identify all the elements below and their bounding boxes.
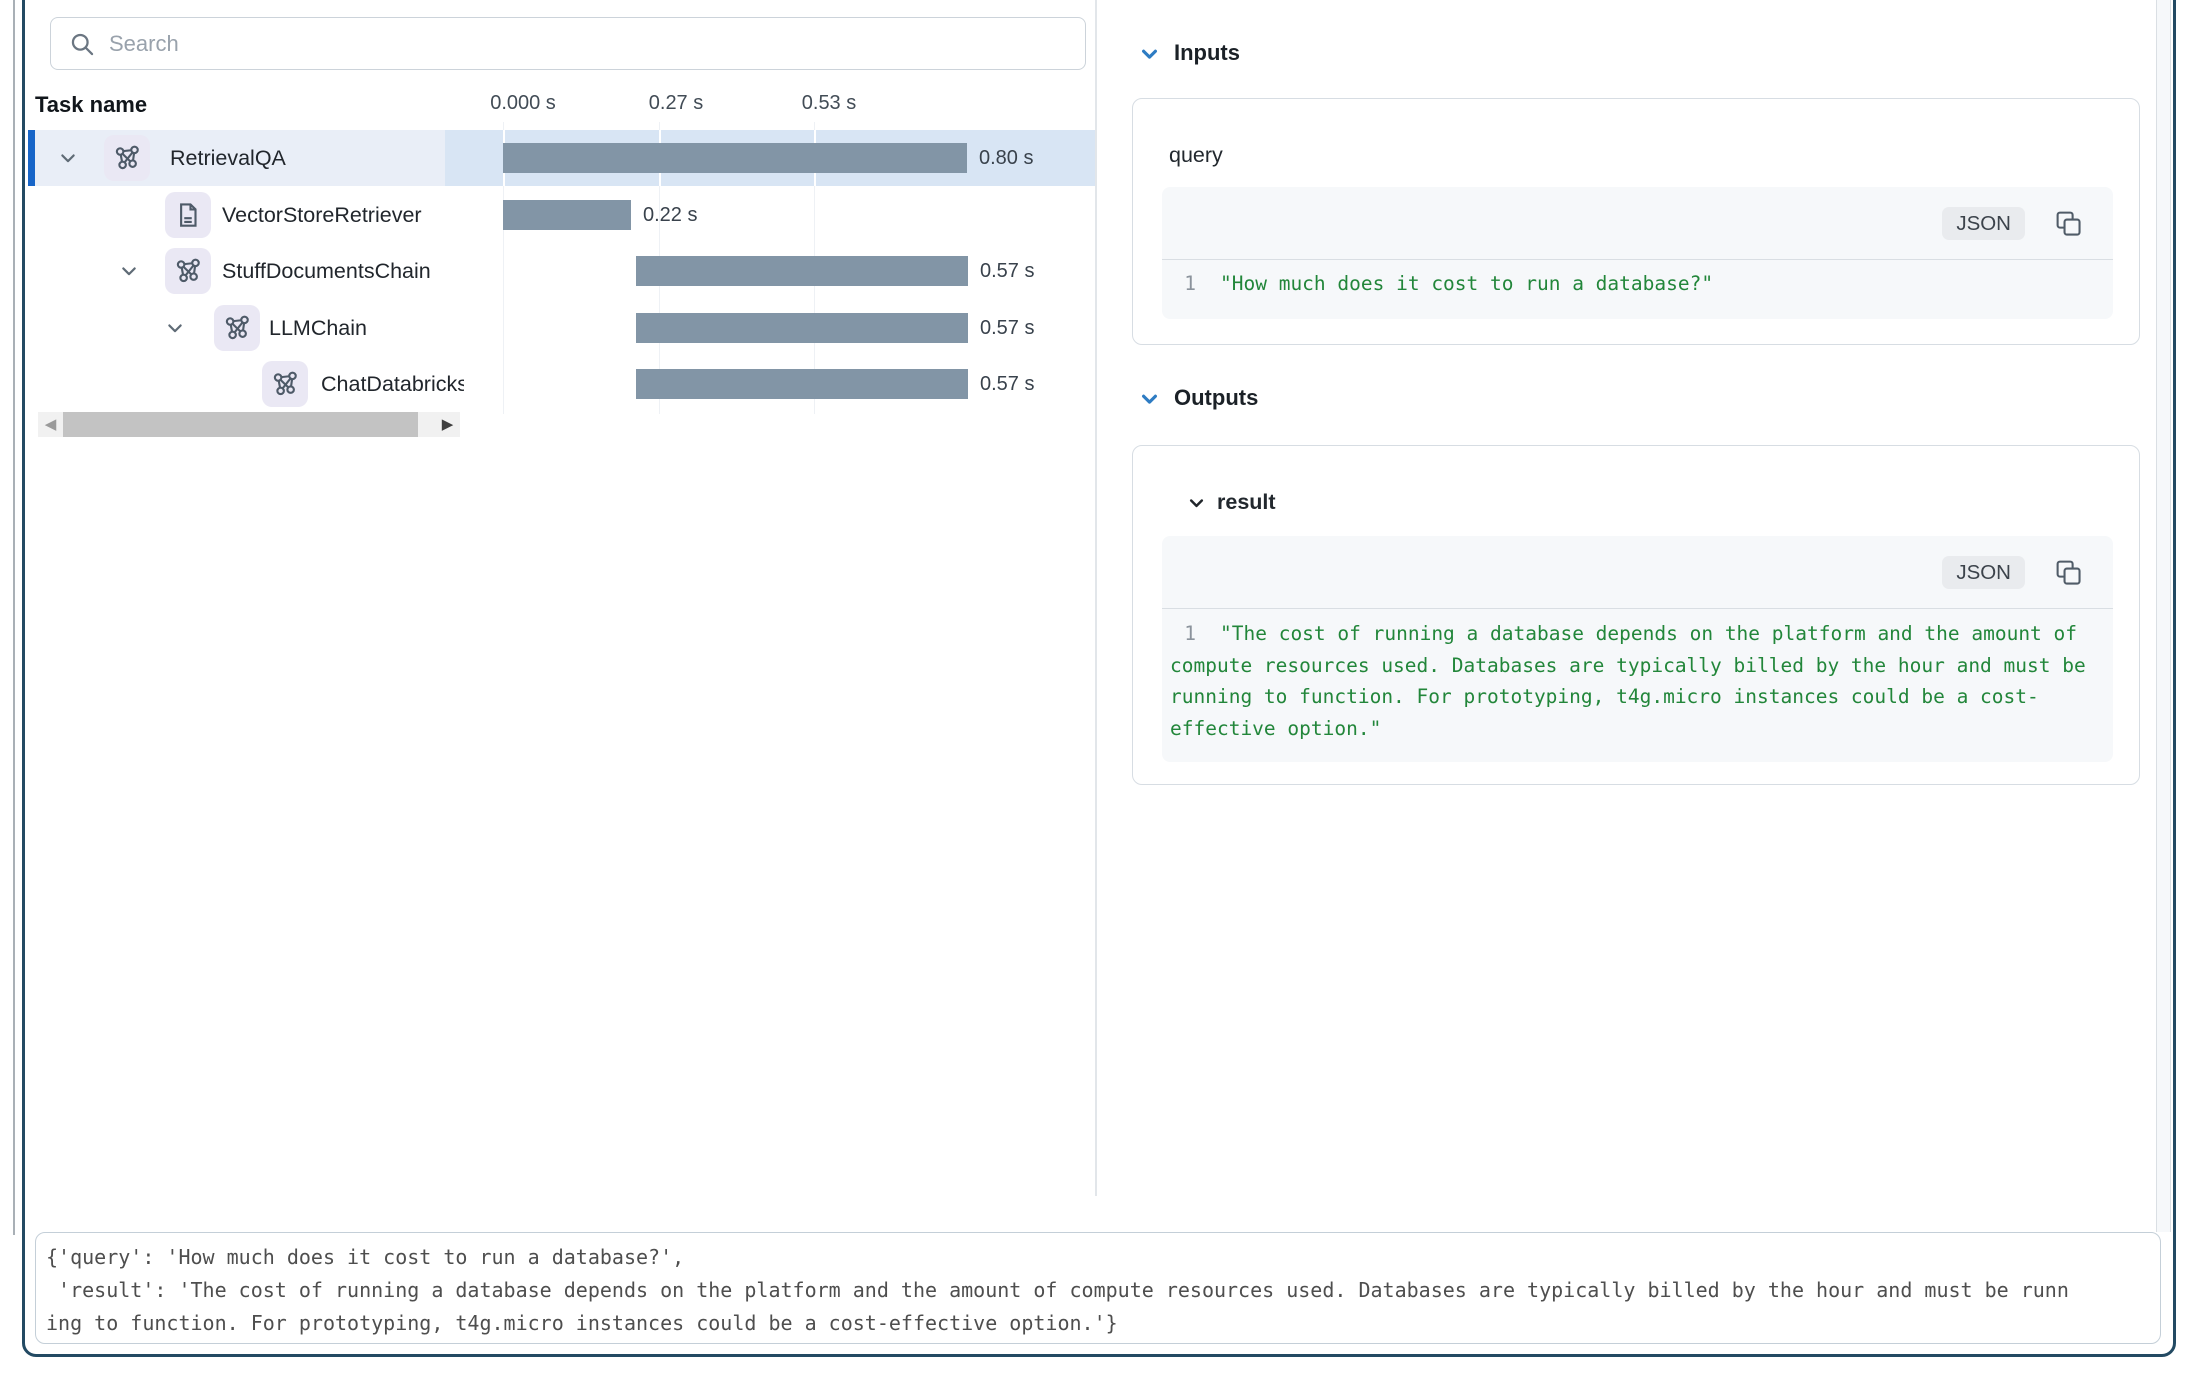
task-name: RetrievalQA [170,130,286,186]
field-name-result: result [1217,490,1276,515]
code-block-header: JSON [1162,187,2113,260]
task-row-stuffdocumentschain[interactable]: StuffDocumentsChain 0.57 s [28,243,1095,299]
duration-bar[interactable] [636,369,968,399]
inputs-query-card: query JSON 1"How much does it cost to ru… [1132,98,2140,345]
task-name: VectorStoreRetriever [222,187,422,243]
outputs-collapse-chevron-icon[interactable] [1139,389,1160,415]
task-name: ChatDatabricks [321,356,464,412]
task-name: StuffDocumentsChain [222,243,431,299]
result-code-block: JSON 1"The cost of running a database de… [1162,536,2113,762]
horizontal-scrollbar[interactable]: ◀ ▶ [38,412,460,437]
query-value: "How much does it cost to run a database… [1220,272,1713,295]
task-name: LLMChain [269,300,367,356]
chain-icon [262,361,308,407]
duration-label: 0.22 s [643,187,697,243]
pane-divider[interactable] [1095,0,1097,1196]
field-name-query: query [1169,143,1223,168]
time-tick-0: 0.000 s [490,92,556,115]
task-name-header: Task name [35,92,147,118]
search-box [50,17,1086,70]
document-icon [165,192,211,238]
scroll-left-arrow-icon[interactable]: ◀ [38,412,63,437]
chevron-down-icon[interactable] [165,318,185,338]
scrollbar-thumb[interactable] [63,412,418,437]
time-tick-1: 0.27 s [649,92,703,115]
json-format-button[interactable]: JSON [1942,556,2025,589]
code-block-header: JSON [1162,536,2113,609]
scroll-right-arrow-icon[interactable]: ▶ [435,412,460,437]
search-input[interactable] [107,22,1051,66]
chain-icon [104,135,150,181]
inputs-collapse-chevron-icon[interactable] [1139,44,1160,70]
chain-icon [214,305,260,351]
chevron-down-icon[interactable] [119,261,139,281]
outputs-section-title: Outputs [1174,385,1258,411]
task-row-llmchain[interactable]: LLMChain 0.57 s [28,300,1095,356]
search-icon [69,31,96,58]
copy-icon[interactable] [2053,557,2083,587]
duration-label: 0.57 s [980,300,1034,356]
result-collapse-chevron-icon[interactable] [1187,494,1206,518]
stdout-output-box: {'query': 'How much does it cost to run … [35,1232,2161,1344]
code-line: running to function. For prototyping, t4… [1170,681,2105,713]
code-line: 1"How much does it cost to run a databas… [1170,268,2105,300]
code-line: effective option." [1170,713,2105,745]
copy-icon[interactable] [2053,208,2083,238]
code-line: 1"The cost of running a database depends… [1170,618,2105,650]
task-row-chatdatabricks[interactable]: ChatDatabricks 0.57 s [28,356,1095,412]
notebook-gutter-line [13,0,15,1235]
task-row-vectorstoreretriever[interactable]: VectorStoreRetriever 0.22 s [28,187,1095,243]
code-line: compute resources used. Databases are ty… [1170,650,2105,682]
duration-label: 0.57 s [980,356,1034,412]
duration-bar[interactable] [503,143,967,173]
json-format-button[interactable]: JSON [1942,207,2025,240]
trace-viewer-output: Task name 0.000 s 0.27 s 0.53 s Retrieva… [0,0,2189,1377]
duration-bar[interactable] [636,313,968,343]
chevron-down-icon[interactable] [58,148,78,168]
task-row-retrievalqa[interactable]: RetrievalQA 0.80 s [28,130,1095,186]
duration-bar[interactable] [636,256,968,286]
duration-label: 0.57 s [980,243,1034,299]
time-tick-2: 0.53 s [802,92,856,115]
selected-row-accent-bar [28,130,35,186]
outputs-result-card: result JSON 1"The cost of running a data… [1132,445,2140,785]
query-code-block: JSON 1"How much does it cost to run a da… [1162,187,2113,319]
duration-bar[interactable] [503,200,631,230]
chain-icon [165,248,211,294]
duration-label: 0.80 s [979,130,1033,186]
vertical-scrollbar-gutter[interactable] [2156,0,2171,1232]
stdout-text: {'query': 'How much does it cost to run … [46,1241,2069,1340]
inputs-section-title: Inputs [1174,40,1240,66]
